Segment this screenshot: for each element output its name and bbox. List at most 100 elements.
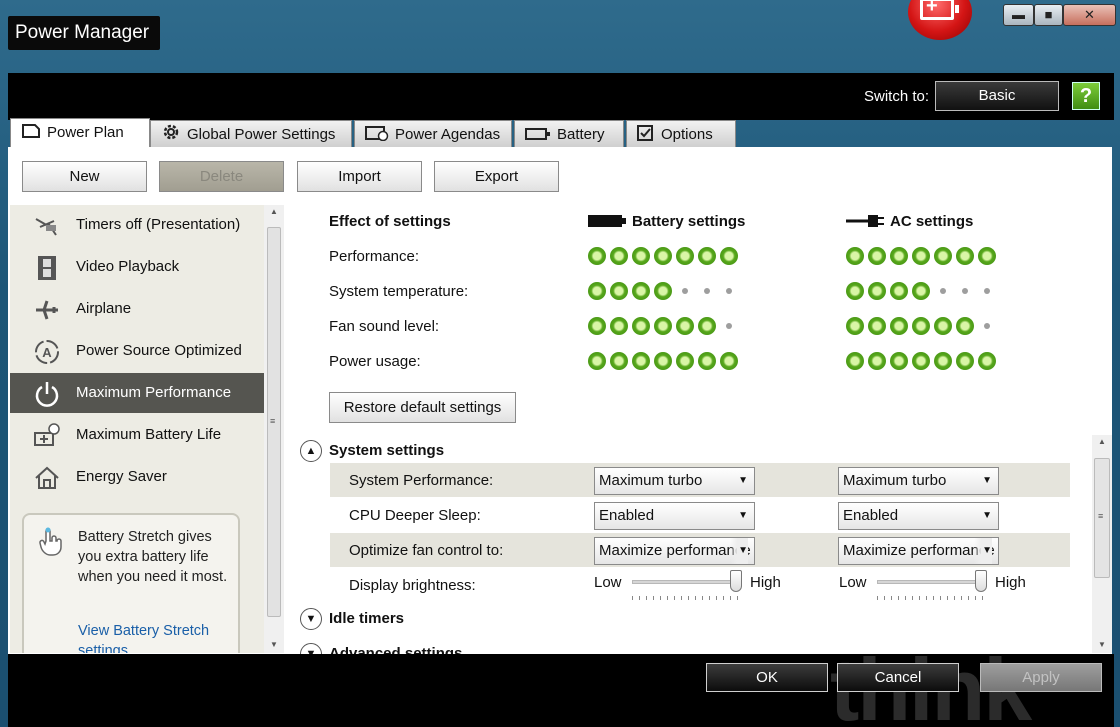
close-button[interactable]: ✕ [1063,4,1116,26]
slider-thumb[interactable] [975,570,987,592]
ac-cpu-sleep-select[interactable]: Enabled ▼ [838,502,999,530]
plan-item-video-playback[interactable]: Video Playback [10,247,264,287]
tab-power-plan[interactable]: Power Plan [10,118,150,148]
tab-options[interactable]: Options [626,120,736,147]
meter-dot-filled [654,352,672,370]
checkbox-icon [637,123,655,150]
battery-fan-control-select[interactable]: Maximize performance ▼ [594,537,755,565]
basic-mode-button[interactable]: Basic [935,81,1059,111]
airplane-icon [36,300,58,320]
meter-dot-filled [654,317,672,335]
plan-item-energy-saver[interactable]: Energy Saver [10,457,264,497]
apply-button: Apply [980,663,1102,692]
meter-dot-filled [934,247,952,265]
cancel-button[interactable]: Cancel [837,663,959,692]
meter-dot-filled [610,317,628,335]
battery-effect-meter [588,317,738,335]
plan-label: Video Playback [76,258,180,275]
expand-chevron-icon[interactable]: ▼ [300,608,322,630]
tab-battery[interactable]: Battery [514,120,624,147]
meter-dot-filled [632,317,650,335]
meter-dot-filled [956,352,974,370]
plan-item-maximum-battery-life[interactable]: Maximum Battery Life [10,415,264,455]
minimize-button[interactable]: ▬ [1003,4,1034,26]
plan-list: Timers off (Presentation) Video Playback… [10,205,264,653]
ac-fan-control-select[interactable]: Maximize performance ▼ [838,537,999,565]
setting-label: CPU Deeper Sleep: [349,507,481,524]
meter-dot-filled [868,352,886,370]
meter-dot-filled [978,247,996,265]
meter-dot-filled [912,282,930,300]
export-button[interactable]: Export [434,161,559,192]
battery-cpu-sleep-select[interactable]: Enabled ▼ [594,502,755,530]
import-button[interactable]: Import [297,161,422,192]
battery-performance-select[interactable]: Maximum turbo ▼ [594,467,755,495]
brightness-high-label: High [750,574,781,591]
settings-scroll-thumb[interactable]: ≡ [1094,458,1110,578]
plan-label: Airplane [76,300,132,317]
scroll-down-icon[interactable]: ▼ [1098,640,1106,649]
meter-dot-empty [934,282,952,300]
meter-dot-filled [588,282,606,300]
meter-dot-empty [720,317,738,335]
help-icon: ? [1079,85,1093,107]
projector-icon [35,218,57,236]
expand-chevron-icon[interactable]: ▼ [300,643,322,654]
meter-dot-filled [632,247,650,265]
battery-effect-meter [588,352,738,370]
ok-button[interactable]: OK [706,663,828,692]
tab-label: Battery [557,126,605,143]
meter-dot-filled [632,352,650,370]
power-icon [35,382,59,407]
meter-dot-filled [978,352,996,370]
meter-dot-filled [654,247,672,265]
hand-pointer-icon [39,527,62,556]
help-button[interactable]: ? [1072,82,1100,110]
ac-brightness-slider[interactable] [877,570,987,602]
window-title: Power Manager [15,22,150,43]
collapse-chevron-icon[interactable]: ▲ [300,440,322,462]
auto-icon: A [35,340,59,364]
plan-item-timers-off[interactable]: Timers off (Presentation) [10,205,264,245]
battery-icon [525,123,551,150]
brightness-low-label: Low [839,574,867,591]
tab-label: Power Plan [47,124,124,141]
plan-item-power-source-optimized[interactable]: A Power Source Optimized [10,331,264,371]
scroll-up-icon[interactable]: ▲ [1098,437,1106,446]
battery-effect-meter [588,282,738,300]
restore-defaults-button[interactable]: Restore default settings [329,392,516,423]
plan-list-scroll-thumb[interactable]: ≡ [267,227,281,617]
maximize-button[interactable]: ■ [1034,4,1063,26]
battery-stretch-link[interactable]: View Battery Stretch settings [78,621,238,653]
effect-label: Performance: [329,248,420,265]
switch-to-label: Switch to: [864,88,930,105]
plan-item-maximum-performance[interactable]: Maximum Performance [10,373,264,413]
tab-global-power-settings[interactable]: Global Power Settings [150,120,352,147]
slider-thumb[interactable] [730,570,742,592]
ac-settings-heading: AC settings [890,213,974,230]
scroll-up-icon[interactable]: ▲ [270,207,278,216]
plan-item-airplane[interactable]: Airplane [10,289,264,329]
battery-brightness-slider[interactable] [632,570,742,602]
plan-label: Energy Saver [76,468,167,485]
meter-dot-filled [588,317,606,335]
meter-dot-filled [956,247,974,265]
dropdown-arrow-icon: ▼ [982,510,992,521]
meter-dot-filled [890,317,908,335]
meter-dot-filled [934,317,952,335]
setting-row: Optimize fan control to: Maximize perfor… [330,533,1070,567]
meter-dot-empty [978,282,996,300]
setting-row: System Performance: Maximum turbo ▼ Maxim… [330,463,1070,497]
meter-dot-filled [610,282,628,300]
battery-effect-meter [588,247,738,265]
scroll-down-icon[interactable]: ▼ [270,640,278,649]
ac-performance-select[interactable]: Maximum turbo ▼ [838,467,999,495]
battery-settings-heading: Battery settings [632,213,746,230]
plan-label: Maximum Battery Life [76,426,222,443]
meter-dot-filled [698,352,716,370]
meter-dot-filled [890,282,908,300]
meter-dot-filled [676,317,694,335]
tab-power-agendas[interactable]: Power Agendas [354,120,512,147]
ac-effect-meter [846,317,996,335]
new-button[interactable]: New [22,161,147,192]
